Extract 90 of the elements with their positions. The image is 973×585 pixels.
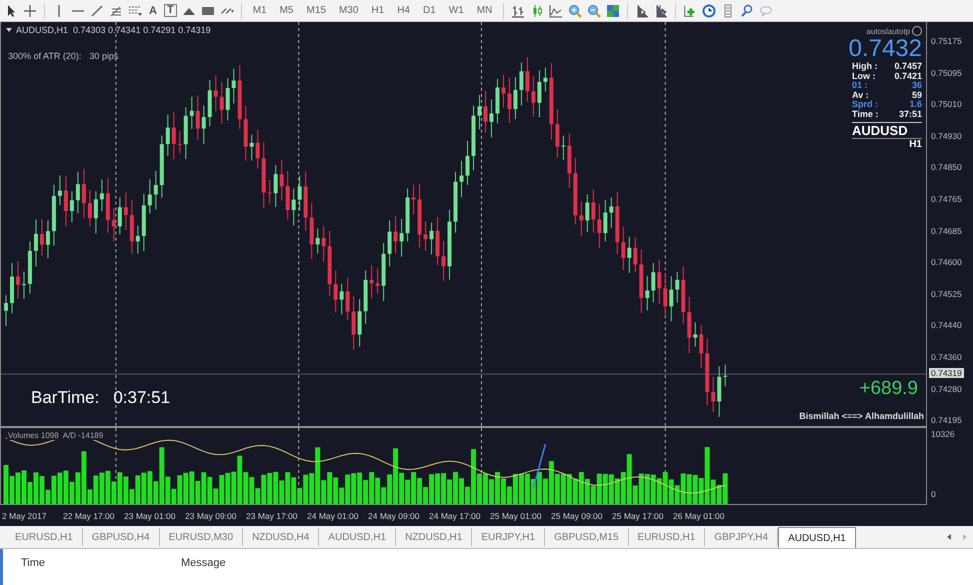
volume-max-label: 10326 — [931, 429, 956, 439]
stat-value: 37:51 — [898, 110, 922, 119]
collapse-icon[interactable] — [6, 28, 12, 32]
timeframe-button[interactable]: M30 — [334, 5, 362, 16]
chart-tab[interactable]: GBPUSD,H4 — [82, 528, 160, 546]
text-label-tool[interactable]: T — [164, 4, 177, 17]
logo-icon — [912, 26, 922, 36]
tile-windows-icon[interactable] — [606, 4, 620, 18]
fibonacci-icon[interactable] — [109, 4, 123, 18]
chart-tab[interactable]: AUDUSD,H1 — [319, 528, 396, 546]
time-label: 23 May 09:00 — [185, 510, 238, 520]
price-label: 0.74685 — [931, 226, 962, 236]
zoom-out-icon[interactable] — [587, 4, 602, 18]
price-label: 0.74360 — [931, 352, 962, 362]
add-indicator-icon[interactable] — [683, 4, 698, 18]
line-chart-icon[interactable] — [549, 4, 564, 18]
price-label: 0.74280 — [931, 384, 962, 394]
time-label: 25 May 01:00 — [490, 510, 543, 520]
column-header[interactable]: Time — [3, 557, 181, 569]
timeframe-button[interactable]: M15 — [302, 5, 330, 16]
price-label: 0.75175 — [931, 36, 962, 46]
timeframe-button[interactable]: H4 — [393, 5, 414, 16]
timeframe-button[interactable]: MN — [472, 5, 496, 16]
timeframe-button[interactable]: M1 — [248, 5, 271, 16]
time-label: 2 May 2017 — [2, 510, 48, 520]
chart-tab[interactable]: NZDUSD,H1 — [396, 528, 472, 546]
trend-line-icon[interactable] — [90, 4, 104, 18]
stat-value: 59 — [912, 90, 922, 100]
scroll-left-icon[interactable] — [947, 534, 951, 540]
symbol-name: AUDUSD — [852, 122, 922, 138]
time-label: 25 May 09:00 — [551, 510, 604, 520]
timeframe-button[interactable]: M5 — [276, 5, 298, 16]
zoom-in-icon[interactable] — [568, 4, 582, 18]
stat-label: High : — [852, 62, 878, 72]
atr-value: 30 pips — [89, 51, 118, 61]
chart-tab[interactable]: GBPUSD,M15 — [545, 528, 629, 546]
time-label: 23 May 17:00 — [246, 510, 299, 520]
time-label: 24 May 09:00 — [368, 510, 421, 520]
time-label: 24 May 01:00 — [307, 510, 360, 520]
time-label: 25 May 17:00 — [612, 510, 665, 520]
stat-label: Time : — [852, 110, 878, 119]
clock-icon[interactable] — [702, 4, 716, 18]
price-label: 0.74440 — [931, 320, 962, 330]
profit-value: +689.9 — [859, 378, 918, 400]
timeframe-button[interactable]: D1 — [419, 5, 440, 16]
timeframe-button[interactable]: W1 — [444, 5, 468, 16]
chart-tab[interactable]: NZDUSD,H4 — [243, 528, 320, 546]
chart-tab[interactable]: EURUSD,H1 — [628, 528, 706, 546]
price-label: 0.75010 — [931, 99, 962, 110]
stat-value: 36 — [912, 81, 922, 90]
volume-min-label: 0 — [931, 489, 937, 499]
search-icon[interactable] — [740, 4, 754, 18]
chart-tab[interactable]: EURUSD,M30 — [160, 528, 244, 546]
bar-time-label: BarTime: — [31, 388, 100, 408]
price-label: 0.75095 — [931, 68, 962, 78]
chart-header: AUDUSD,H1 0.74303 0.74341 0.74291 0.74319 — [16, 25, 211, 35]
brand-text: autoslautotp — [866, 26, 910, 36]
stat-label: Sprd : — [852, 100, 878, 110]
bar-chart-icon[interactable] — [511, 4, 526, 18]
price-label: 0.74600 — [931, 257, 962, 268]
price-label: 0.74525 — [931, 288, 962, 299]
crosshair-icon[interactable] — [23, 4, 37, 18]
stat-label: 01 : — [852, 81, 868, 90]
price-label: 0.74930 — [931, 130, 962, 141]
stat-value: 0.7421 — [894, 72, 922, 81]
time-label: 22 May 17:00 — [63, 510, 116, 520]
column-header[interactable]: Message — [181, 557, 226, 569]
timeframe-button[interactable]: H1 — [367, 5, 388, 16]
stat-value: 1.6 — [909, 100, 922, 110]
current-price-label: 0.74319 — [929, 368, 964, 378]
bid-price: 0.7432 — [848, 36, 922, 62]
time-label: 24 May 17:00 — [429, 510, 482, 520]
time-label: 23 May 01:00 — [124, 510, 177, 520]
price-label: 0.74765 — [931, 194, 962, 204]
price-label: 0.74850 — [931, 162, 962, 172]
bar-time-value: 0:37:51 — [113, 388, 170, 408]
volume-label: Volumes 1098 A/D -14189 — [7, 431, 104, 440]
atr-label: 300% of ATR (20): — [8, 51, 82, 61]
stat-label: Av : — [852, 90, 869, 100]
chart-tab[interactable]: EURJPY,H1 — [472, 528, 546, 546]
price-label: 0.74195 — [931, 415, 962, 426]
chart-tab[interactable]: AUDUSD,H1 — [778, 527, 856, 548]
chart-tab[interactable]: EURUSD,H1 — [6, 528, 83, 546]
timeframe-label: H1 — [852, 138, 922, 150]
footer-text: Bismillah <==> Alhamdulillah — [799, 411, 924, 421]
channel-icon[interactable] — [128, 4, 142, 18]
text-tool[interactable]: A — [147, 4, 159, 16]
stat-value: 0.7457 — [894, 62, 922, 72]
stat-label: Low : — [852, 72, 876, 81]
time-label: 26 May 01:00 — [673, 510, 726, 520]
